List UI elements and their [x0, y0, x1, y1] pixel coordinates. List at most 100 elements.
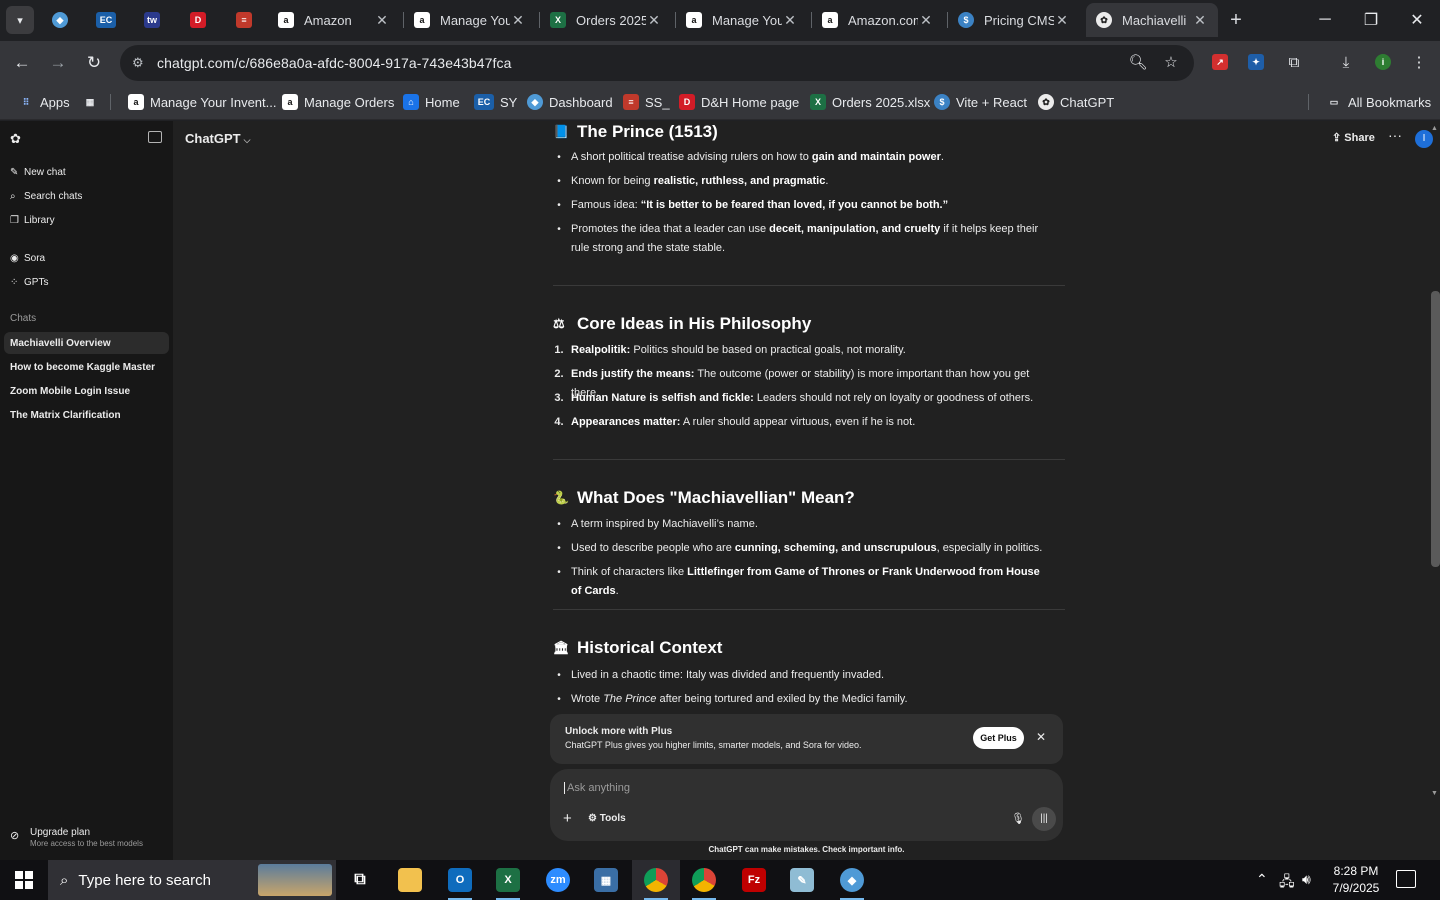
prompt-input[interactable]: Ask anything [564, 782, 630, 794]
minimize-button[interactable]: ─ [1302, 0, 1348, 40]
chat-item-kaggle-master[interactable]: How to become Kaggle Master [4, 356, 169, 378]
taskbar-notes[interactable]: ✎ [778, 860, 826, 900]
tools-button[interactable]: ⚙ Tools [588, 813, 626, 824]
close-icon[interactable]: ✕ [1192, 12, 1208, 29]
url-text[interactable]: chatgpt.com/c/686e8a0a-afdc-8004-917a-74… [157, 55, 511, 71]
pinned-tab[interactable]: tw [132, 6, 172, 34]
tab-machiavelli[interactable]: ✿ Machiavelli ✕ [1086, 3, 1218, 37]
sidebar-item-library[interactable]: ❐ Library [10, 209, 55, 231]
close-icon[interactable]: ✕ [1054, 12, 1070, 29]
close-icon[interactable]: ✕ [646, 12, 662, 29]
extensions-button[interactable]: ⧉ [1281, 49, 1307, 75]
avatar[interactable]: I [1415, 130, 1433, 148]
upgrade-plan-button[interactable]: ⊘ Upgrade plan More access to the best m… [10, 827, 143, 848]
extension-button[interactable]: ↗ [1207, 49, 1233, 75]
get-plus-button[interactable]: Get Plus [973, 727, 1024, 749]
close-icon[interactable]: ✕ [918, 12, 934, 29]
all-bookmarks[interactable]: ▭ All Bookmarks [1326, 92, 1431, 112]
bookmark-tab-groups[interactable]: ▦ [82, 92, 104, 112]
bookmark-star-button[interactable]: ☆ [1158, 49, 1184, 75]
scrollbar-thumb[interactable] [1431, 291, 1440, 567]
taskbar-file-explorer[interactable] [386, 860, 434, 900]
extension-button[interactable]: ✦ [1243, 49, 1269, 75]
start-button[interactable] [0, 860, 48, 900]
close-icon[interactable]: ✕ [374, 12, 390, 29]
chat-item-machiavelli-overview[interactable]: Machiavelli Overview [4, 332, 169, 354]
tab-manage-your-2[interactable]: a Manage Your ✕ [676, 3, 808, 37]
bookmark-item[interactable]: D D&H Home page [679, 92, 799, 112]
back-button[interactable]: ← [9, 50, 35, 76]
pinned-tab[interactable]: ≡ [224, 6, 264, 34]
volume-button[interactable]: 🔊︎ [1302, 871, 1311, 888]
chat-item-matrix[interactable]: The Matrix Clarification [4, 404, 169, 426]
pinned-tab[interactable]: ◆ [40, 6, 80, 34]
share-button[interactable]: ⇪ Share [1332, 131, 1375, 144]
scroll-down-icon[interactable]: ▼ [1431, 790, 1438, 797]
search-icon: ⌕ [10, 190, 16, 202]
zoom-button[interactable]: 🔍︎ [1125, 49, 1151, 75]
address-bar[interactable]: ⚙ chatgpt.com/c/686e8a0a-afdc-8004-917a-… [120, 45, 1194, 81]
model-selector[interactable]: ChatGPT ⌵ [185, 131, 250, 146]
bookmark-item[interactable]: ≡ SS_ [623, 92, 670, 112]
profile-button[interactable]: i [1370, 49, 1396, 75]
taskbar-app[interactable]: ◆ [828, 860, 876, 900]
notification-center-icon[interactable] [1396, 870, 1416, 888]
taskbar-outlook[interactable]: O [436, 860, 484, 900]
puzzle-icon: ⧉ [1288, 53, 1300, 71]
forward-button[interactable]: → [45, 50, 71, 76]
pinned-tab[interactable]: D [178, 6, 218, 34]
taskbar-filezilla[interactable]: Fz [730, 860, 778, 900]
bookmark-item[interactable]: ✿ ChatGPT [1038, 92, 1114, 112]
microphone-icon: 🎙︎ [1011, 813, 1025, 825]
close-window-button[interactable]: ✕ [1394, 0, 1440, 40]
sidebar-item-new-chat[interactable]: ✎ New chat [10, 161, 66, 183]
voice-mode-button[interactable]: ||| [1032, 807, 1056, 831]
downloads-button[interactable]: ⤓ [1333, 49, 1359, 75]
tab-amazon-com[interactable]: a Amazon.com ✕ [812, 3, 944, 37]
restore-button[interactable]: ❐ [1348, 0, 1394, 40]
taskbar-search[interactable]: ⌕ Type here to search [48, 860, 336, 900]
bookmark-item[interactable]: ⌂ Home [403, 92, 460, 112]
show-hidden-icons-button[interactable]: ⌃ [1256, 871, 1268, 888]
reload-button[interactable]: ↻ [81, 50, 107, 76]
close-icon[interactable]: ✕ [1036, 730, 1046, 744]
bookmark-item[interactable]: a Manage Orders [282, 92, 394, 112]
dictate-button[interactable]: 🎙︎ [1011, 812, 1025, 825]
bookmark-item[interactable]: X Orders 2025.xlsx [810, 92, 930, 112]
new-tab-button[interactable]: + [1224, 8, 1248, 32]
tab-pricing-cms[interactable]: $ Pricing CMS ✕ [948, 3, 1080, 37]
tab-search-button[interactable]: ▾ [6, 6, 34, 34]
tab-amazon[interactable]: a Amazon ✕ [268, 3, 400, 37]
site-info-icon[interactable]: ⚙ [132, 55, 152, 71]
add-attachment-button[interactable]: + [563, 810, 572, 827]
tab-orders-2025[interactable]: X Orders 2025 ✕ [540, 3, 672, 37]
taskbar-chrome[interactable] [632, 860, 680, 900]
more-options-button[interactable]: ··· [1388, 127, 1402, 143]
bookmark-item[interactable]: $ Vite + React [934, 92, 1027, 112]
openai-logo-icon[interactable]: ✿ [10, 131, 26, 147]
chat-item-zoom-login[interactable]: Zoom Mobile Login Issue [4, 380, 169, 402]
close-icon[interactable]: ✕ [510, 12, 526, 29]
system-clock[interactable]: 8:28 PM 7/9/2025 [1328, 863, 1384, 897]
scroll-up-icon[interactable]: ▲ [1431, 125, 1438, 132]
taskbar-chrome-2[interactable] [680, 860, 728, 900]
taskbar-excel[interactable]: X [484, 860, 532, 900]
bookmark-item[interactable]: a Manage Your Invent... [128, 92, 276, 112]
task-view-button[interactable]: ⧉ [336, 860, 384, 900]
tools-icon: ⚙ [588, 813, 600, 824]
close-icon[interactable]: ✕ [782, 12, 798, 29]
network-button[interactable]: 🖧︎ [1279, 871, 1295, 895]
bookmark-item[interactable]: EC SY [474, 92, 517, 112]
promo-title: Unlock more with Plus [565, 726, 673, 737]
tab-manage-your[interactable]: a Manage Your ✕ [404, 3, 536, 37]
menu-button[interactable]: ⋮ [1406, 49, 1432, 75]
pinned-tab[interactable]: EC [86, 6, 126, 34]
taskbar-zoom[interactable]: zm [534, 860, 582, 900]
sidebar-toggle-icon[interactable] [148, 131, 162, 143]
sidebar-item-sora[interactable]: ◉ Sora [10, 247, 45, 269]
bookmark-item[interactable]: ◆ Dashboard [527, 92, 613, 112]
sidebar-item-search-chats[interactable]: ⌕ Search chats [10, 185, 82, 207]
bookmark-apps[interactable]: ⠿ Apps [18, 92, 70, 112]
sidebar-item-gpts[interactable]: ⁘ GPTs [10, 271, 48, 293]
taskbar-calculator[interactable]: ▦ [582, 860, 630, 900]
